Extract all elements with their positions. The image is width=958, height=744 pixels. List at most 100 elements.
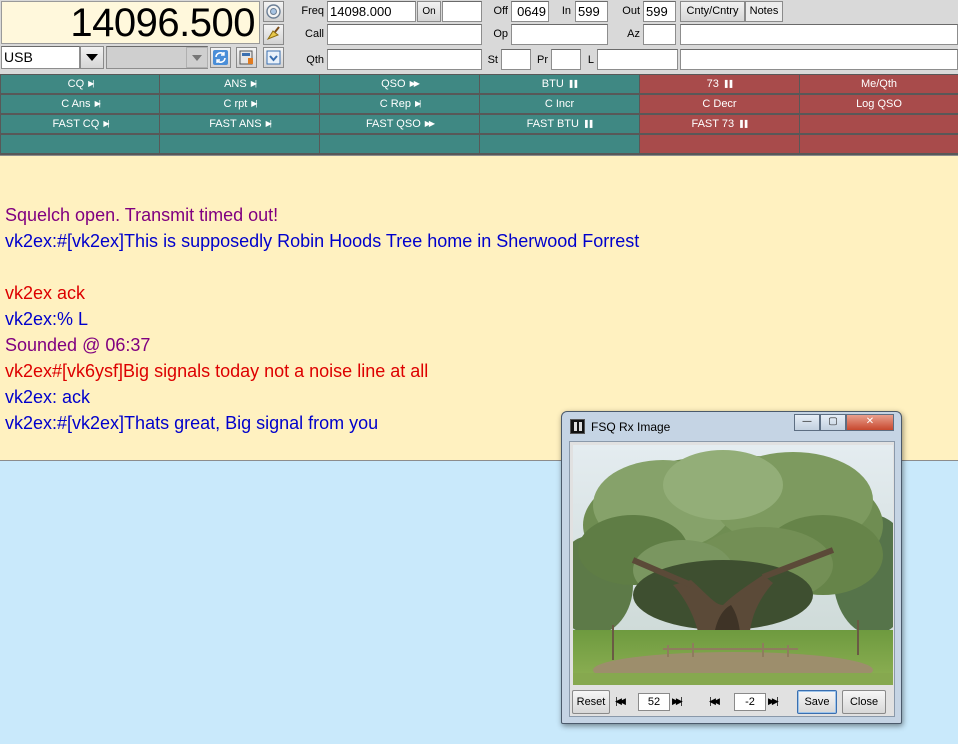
tab-cnty-cntry[interactable]: Cnty/Cntry	[680, 1, 745, 22]
skip-end-icon: ▶|	[265, 119, 272, 128]
macro-empty[interactable]	[1, 135, 159, 153]
pause-icon: ❚❚	[582, 119, 594, 128]
macro-label: FAST 73	[691, 118, 735, 130]
mode-select[interactable]: USB	[1, 46, 80, 69]
globe-icon	[266, 4, 281, 19]
macro-c-ans[interactable]: C Ans ▶|	[1, 95, 159, 113]
mode-dropdown-button[interactable]	[80, 46, 104, 69]
macro-label: C Rep	[379, 98, 411, 110]
chevron-down-icon	[192, 55, 202, 61]
macro-button-grid: CQ ▶| ANS ▶| QSO ▶▶ BTU ❚❚ 73 ❚❚ Me/Qth C Ans…	[0, 74, 958, 155]
bandwidth-dropdown-button[interactable]	[186, 47, 208, 68]
decrement-button[interactable]: |◀◀	[709, 694, 729, 710]
decrement-button[interactable]: |◀◀	[615, 694, 635, 710]
increment-button[interactable]: ▶▶|	[768, 694, 788, 710]
macro-fast-73[interactable]: FAST 73 ❚❚	[640, 115, 799, 133]
macro-btu[interactable]: BTU ❚❚	[480, 75, 639, 93]
time-on-field[interactable]	[442, 1, 482, 22]
macro-me-qth[interactable]: Me/Qth	[800, 75, 958, 93]
in-label: In	[561, 5, 571, 17]
skip-forward-icon: ▶▶|	[768, 697, 779, 707]
close-button[interactable]: Close	[842, 690, 886, 714]
az-label: Az	[627, 28, 640, 40]
tab-notes[interactable]: Notes	[745, 1, 783, 22]
macro-73[interactable]: 73 ❚❚	[640, 75, 799, 93]
azimuth-field[interactable]	[643, 24, 676, 45]
macro-empty[interactable]	[800, 115, 958, 133]
macro-empty[interactable]	[320, 135, 479, 153]
macro-label: Me/Qth	[860, 78, 898, 90]
off-label: Off	[493, 5, 508, 17]
time-on-button[interactable]: On	[417, 1, 441, 22]
window-close-button[interactable]: ✕	[846, 414, 894, 431]
rx-line: vk2ex#[vk6ysf]Big signals today not a no…	[5, 361, 429, 381]
macro-label: C Decr	[702, 98, 737, 110]
macro-c-rpt[interactable]: C rpt ▶|	[160, 95, 319, 113]
rst-in-field[interactable]: 599	[575, 1, 608, 22]
value-field-1[interactable]: 52	[638, 693, 670, 711]
value-field-2[interactable]: -2	[734, 693, 766, 711]
pause-icon: ❚❚	[567, 79, 579, 88]
macro-fast-ans[interactable]: FAST ANS ▶|	[160, 115, 319, 133]
freq-field[interactable]: 14098.000	[327, 1, 416, 22]
op-field[interactable]	[511, 24, 608, 45]
image-dialog-body: Reset |◀◀ 52 ▶▶| |◀◀ -2 ▶▶| Save Close	[569, 441, 895, 717]
macro-log-qso[interactable]: Log QSO	[800, 95, 958, 113]
rx-image-window: FSQ Rx Image — ▢ ✕ Reset |◀◀ 52 ▶▶| |◀◀ …	[561, 411, 902, 724]
rx-line: vk2ex: ack	[5, 387, 91, 407]
call-field[interactable]	[327, 24, 482, 45]
broom-icon	[266, 26, 280, 41]
macro-empty[interactable]	[160, 135, 319, 153]
state-label: St	[487, 54, 498, 66]
macro-label: C rpt	[223, 98, 248, 110]
macro-ans[interactable]: ANS ▶|	[160, 75, 319, 93]
frequency-display[interactable]: 14096.500	[1, 1, 260, 45]
tree-photo	[573, 445, 893, 685]
skip-end-icon: ▶|	[88, 79, 94, 88]
locator-label: L	[587, 54, 594, 66]
received-image	[573, 445, 893, 685]
globe-button[interactable]	[263, 1, 284, 22]
province-label: Pr	[537, 54, 548, 66]
pause-icon: ❚❚	[738, 119, 749, 128]
minimize-button[interactable]: —	[794, 414, 820, 431]
save-log-button[interactable]	[263, 47, 284, 68]
increment-button[interactable]: ▶▶|	[672, 694, 692, 710]
macro-c-incr[interactable]: C Incr	[480, 95, 639, 113]
maximize-button[interactable]: ▢	[820, 414, 846, 431]
skip-end-icon: ▶|	[94, 99, 101, 108]
macro-fast-qso[interactable]: FAST QSO ▶▶	[320, 115, 479, 133]
country-field[interactable]	[680, 24, 958, 45]
reset-button[interactable]: Reset	[572, 690, 610, 714]
macro-empty[interactable]	[800, 135, 958, 153]
op-label: Op	[493, 28, 508, 40]
locator-field[interactable]	[597, 49, 678, 70]
log-book-button[interactable]	[236, 47, 257, 68]
macro-empty[interactable]	[480, 135, 639, 153]
log-panel: 14096.500 USB Freq 14098.000 On Off 0649…	[0, 0, 958, 74]
rst-out-field[interactable]: 599	[643, 1, 676, 22]
macro-fast-btu[interactable]: FAST BTU ❚❚	[480, 115, 639, 133]
maximize-icon: ▢	[828, 416, 838, 427]
macro-c-decr[interactable]: C Decr	[640, 95, 799, 113]
macro-label: C Incr	[544, 98, 575, 110]
macro-empty[interactable]	[640, 135, 799, 153]
province-field[interactable]	[551, 49, 581, 70]
macro-c-rep[interactable]: C Rep ▶|	[320, 95, 479, 113]
refresh-button[interactable]	[210, 47, 231, 68]
macro-cq[interactable]: CQ ▶|	[1, 75, 159, 93]
state-field[interactable]	[501, 49, 531, 70]
chevron-down-icon	[86, 54, 98, 61]
qth-field[interactable]	[327, 49, 482, 70]
fast-forward-icon: ▶▶	[409, 79, 420, 88]
clear-button[interactable]	[263, 24, 284, 45]
macro-label: CQ	[67, 78, 85, 90]
time-off-field[interactable]: 0649	[511, 1, 549, 22]
skip-forward-icon: ▶▶|	[672, 697, 683, 707]
macro-qso[interactable]: QSO ▶▶	[320, 75, 479, 93]
macro-fast-cq[interactable]: FAST CQ ▶|	[1, 115, 159, 133]
macro-label: FAST BTU	[526, 118, 579, 130]
country-detail-field[interactable]	[680, 49, 958, 70]
save-button[interactable]: Save	[797, 690, 837, 714]
rx-line	[5, 254, 958, 280]
